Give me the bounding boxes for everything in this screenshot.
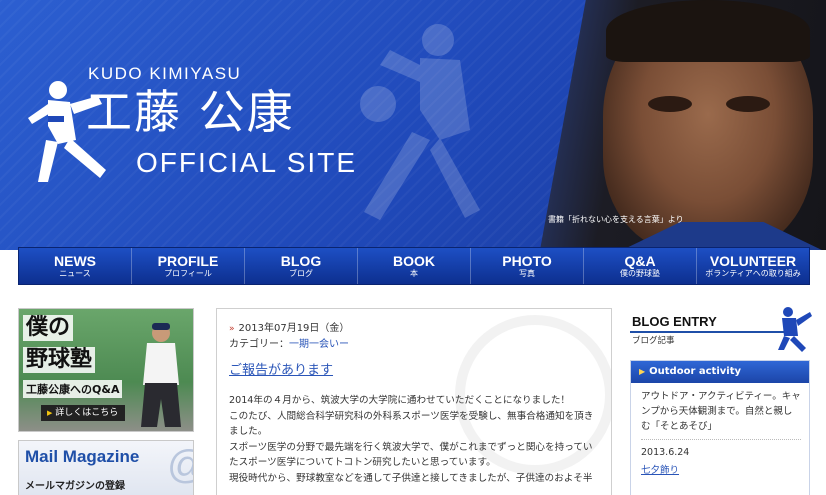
banner-title-line2: 野球塾	[23, 347, 96, 373]
category-link[interactable]: 一期一会いー	[289, 339, 349, 350]
post-date-row: » 2013年07月19日（金）	[229, 319, 349, 334]
heading-underline	[630, 331, 790, 333]
outdoor-header: ▶ Outdoor activity	[631, 361, 809, 383]
nav-volunteer-label: VOLUNTEER	[709, 253, 797, 269]
outdoor-activity-box: ▶ Outdoor activity アウトドア・アクティビティー。キャンプから天…	[630, 360, 810, 495]
nav-book-label: BOOK	[393, 253, 435, 269]
photo-caption: 書籍「折れない心を支える言葉」より	[548, 215, 684, 224]
banner-subtitle: 工藤公康へのQ&A	[23, 380, 123, 398]
category-label: カテゴリー：	[229, 339, 289, 350]
nav-qa-sublabel: 僕の野球塾	[620, 269, 660, 278]
site-name-english: KUDO KIMIYASU	[88, 64, 242, 83]
nav-item-photo[interactable]: PHOTO 写真	[470, 248, 583, 284]
mail-magazine-title: Mail Magazine	[25, 447, 140, 466]
outdoor-description[interactable]: アウトドア・アクティビティー。キャンプから天体観測まで。自然と親しむ「そとあそび…	[641, 389, 801, 434]
main-navigation: NEWS ニュース PROFILE プロフィール BLOG ブログ BOOK 本…	[18, 247, 810, 285]
ghost-pitcher-graphic	[360, 24, 480, 220]
details-button[interactable]: ▶ 詳しくはこちら	[41, 405, 125, 421]
official-site-label: OFFICIAL SITE	[136, 147, 357, 178]
nav-photo-sublabel: 写真	[519, 269, 535, 278]
portrait-eye-left	[648, 96, 692, 112]
nav-item-volunteer[interactable]: VOLUNTEER ボランティアへの取り組み	[696, 248, 809, 284]
pitcher-mini-icon	[778, 307, 812, 352]
post-date: 2013年07月19日（金）	[238, 323, 350, 334]
mail-magazine-banner[interactable]: @ Mail Magazine メールマガジンの登録	[18, 440, 194, 495]
header-arrow-icon: ▶	[639, 367, 646, 376]
nav-news-label: NEWS	[54, 253, 96, 269]
mail-magazine-subtitle: メールマガジンの登録	[25, 481, 125, 492]
post-body: 2014年の４月から、筑波大学の大学院に通わせていただくことになりました！ この…	[229, 393, 601, 487]
entry-link[interactable]: 七夕飾り	[641, 462, 679, 476]
nav-item-news[interactable]: NEWS ニュース	[19, 248, 131, 284]
details-arrow-icon: ▶	[47, 409, 53, 417]
nav-item-profile[interactable]: PROFILE プロフィール	[131, 248, 244, 284]
at-sign-icon: @	[167, 443, 193, 488]
blog-entry-subheading: ブログ記事	[632, 336, 675, 346]
nav-news-sublabel: ニュース	[59, 269, 91, 278]
post-category-row: カテゴリー：一期一会いー	[229, 335, 349, 350]
banner-title-line1: 僕の	[23, 315, 74, 341]
site-header: 書籍「折れない心を支える言葉」より KUDO KIMIYASU 工藤 公康 OF…	[0, 0, 826, 250]
nav-profile-sublabel: プロフィール	[164, 269, 212, 278]
post-paragraph: スポーツ医学の分野で最先端を行く筑波大学で、僕がこれまでずっと関心を持っていたス…	[229, 441, 593, 469]
post-paragraph: 2014年の４月から、筑波大学の大学院に通わせていただくことになりました！	[229, 395, 571, 406]
post-title[interactable]: ご報告があります	[229, 359, 333, 378]
portrait-hair	[606, 0, 810, 62]
nav-photo-label: PHOTO	[502, 253, 552, 269]
date-arrow-icon: »	[229, 324, 235, 334]
post-paragraph: 現役時代から、野球教室などを通して子供達と接してきましたが、子供達のおよそ半	[229, 472, 593, 484]
blog-post: » 2013年07月19日（金） カテゴリー：一期一会いー ご報告があります 20…	[216, 308, 612, 495]
nav-item-blog[interactable]: BLOG ブログ	[244, 248, 357, 284]
nav-item-qa[interactable]: Q&A 僕の野球塾	[583, 248, 696, 284]
nav-volunteer-sublabel: ボランティアへの取り組み	[705, 269, 801, 278]
nav-profile-label: PROFILE	[157, 253, 219, 269]
nav-qa-label: Q&A	[624, 253, 656, 269]
post-paragraph: このたび、人間総合科学研究科の外科系スポーツ医学を受験し、無事合格通知を頂きまし…	[229, 410, 594, 438]
nav-blog-sublabel: ブログ	[289, 269, 313, 278]
nav-blog-label: BLOG	[280, 253, 322, 269]
site-name-japanese[interactable]: 工藤 公康	[86, 86, 295, 138]
entry-divider	[641, 439, 801, 440]
page: 書籍「折れない心を支える言葉」より KUDO KIMIYASU 工藤 公康 OF…	[0, 0, 826, 495]
entry-date: 2013.6.24	[641, 447, 690, 458]
nav-book-sublabel: 本	[410, 269, 418, 278]
coach-figure-icon	[141, 323, 181, 427]
portrait-eye-right	[726, 96, 770, 112]
outdoor-title: Outdoor activity	[649, 366, 741, 377]
nav-item-book[interactable]: BOOK 本	[357, 248, 470, 284]
details-button-label: 詳しくはこちら	[55, 408, 119, 418]
blog-entry-heading: BLOG ENTRY	[632, 314, 717, 329]
baseball-school-banner[interactable]: 僕の 野球塾 工藤公康へのQ&A ▶ 詳しくはこちら	[18, 308, 194, 432]
